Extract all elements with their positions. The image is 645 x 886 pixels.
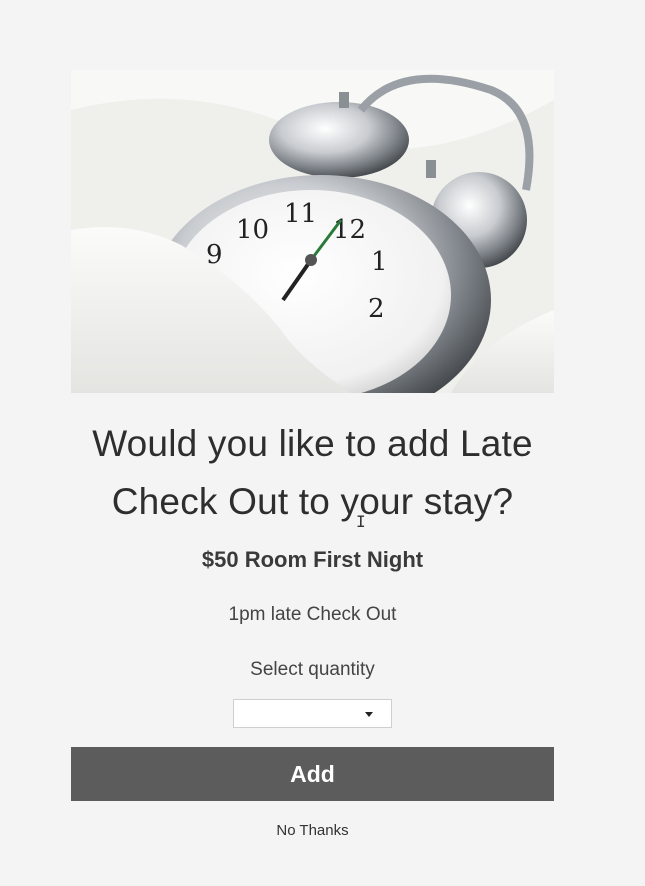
- quantity-select[interactable]: [233, 699, 392, 728]
- text-cursor-icon: I: [356, 512, 366, 531]
- offer-headline-line-2: Check Out to your stay?: [111, 481, 514, 522]
- offer-headline-line-1: Would you like to add Late: [92, 423, 533, 464]
- offer-headline: Would you like to add Late Check Out to …: [71, 415, 554, 531]
- svg-text:1: 1: [371, 247, 388, 277]
- chevron-down-icon: [365, 712, 373, 717]
- svg-text:11: 11: [284, 199, 317, 229]
- svg-text:12: 12: [333, 215, 366, 245]
- offer-description: 1pm late Check Out: [228, 604, 397, 625]
- add-button[interactable]: Add: [71, 747, 554, 801]
- svg-text:2: 2: [368, 294, 385, 324]
- late-checkout-offer-page: 10 11 12 9 1 2 Would you like to add Lat…: [0, 0, 645, 886]
- alarm-clock-image: 10 11 12 9 1 2: [71, 70, 554, 393]
- no-thanks-link[interactable]: No Thanks: [71, 822, 554, 839]
- quantity-label: Select quantity: [250, 659, 375, 680]
- offer-price-title: $50 Room First Night: [201, 547, 424, 572]
- alarm-clock-illustration: 10 11 12 9 1 2: [71, 70, 554, 393]
- svg-text:10: 10: [236, 215, 269, 245]
